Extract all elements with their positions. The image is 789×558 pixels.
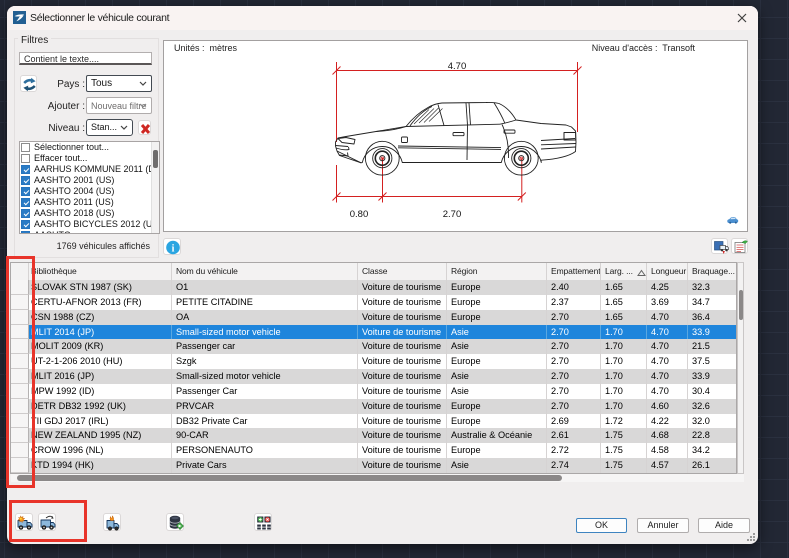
- svg-text:2.70: 2.70: [443, 209, 462, 220]
- svg-text:0.80: 0.80: [350, 209, 369, 220]
- svg-text:i: i: [172, 244, 175, 255]
- svg-text:4.70: 4.70: [448, 61, 467, 72]
